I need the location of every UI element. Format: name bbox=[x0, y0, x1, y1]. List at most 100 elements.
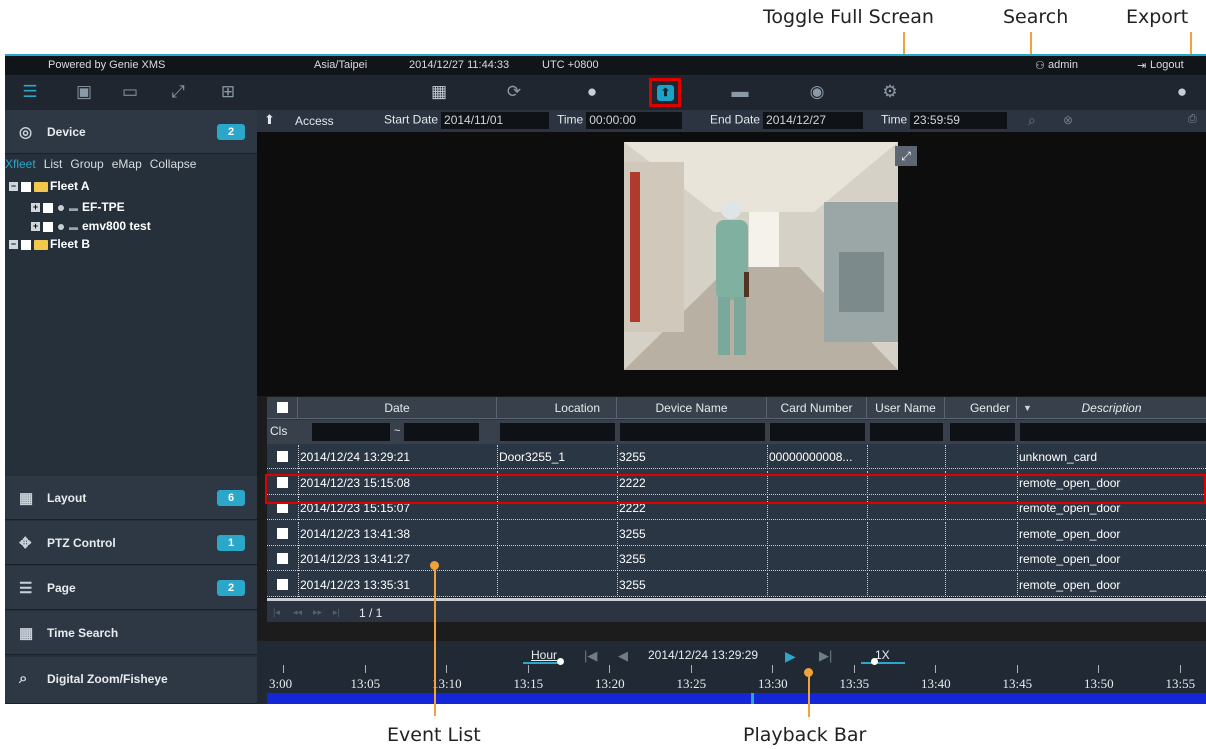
split-icon[interactable]: ⊞ bbox=[217, 82, 239, 102]
digital-zoom-section-header[interactable]: ⌕ Digital Zoom/Fisheye bbox=[5, 657, 257, 704]
timeline-tick-label: 13:45 bbox=[1002, 676, 1033, 691]
cell-location bbox=[497, 547, 617, 571]
tree-node-fleet-b[interactable]: − Fleet B bbox=[9, 237, 90, 251]
page-label: Page bbox=[47, 581, 76, 595]
speed-slider-handle[interactable] bbox=[871, 658, 878, 665]
page-indicator: 1 / 1 bbox=[359, 606, 383, 620]
skip-end-icon[interactable]: ▶| bbox=[819, 648, 832, 664]
folder-icon bbox=[34, 181, 48, 192]
gender-filter[interactable] bbox=[950, 423, 1015, 441]
user-name-filter[interactable] bbox=[870, 423, 943, 441]
time-search-label: Time Search bbox=[47, 626, 119, 640]
unit-slider-handle[interactable] bbox=[557, 658, 564, 665]
cell-card bbox=[767, 521, 867, 546]
first-page-icon[interactable]: |◂ bbox=[273, 607, 280, 618]
play-icon[interactable]: ▶ bbox=[785, 648, 796, 665]
tree-nav-group[interactable]: Group bbox=[70, 157, 103, 171]
skip-start-icon[interactable]: |◀ bbox=[584, 648, 597, 664]
timeline-bar[interactable] bbox=[267, 693, 1206, 704]
start-date-input[interactable]: 2014/11/01 bbox=[441, 112, 550, 129]
column-device-name[interactable]: Device Name bbox=[617, 397, 767, 419]
utc-offset: UTC +0800 bbox=[542, 59, 599, 71]
layout-grid-icon[interactable]: ▦ bbox=[428, 82, 450, 102]
last-page-icon[interactable]: ▸| bbox=[333, 607, 340, 618]
table-row[interactable]: 2014/12/23 13:41:27 3255 remote_open_door bbox=[267, 547, 1206, 571]
column-date[interactable]: Date bbox=[298, 397, 497, 419]
row-checkbox[interactable] bbox=[277, 451, 288, 462]
row-checkbox[interactable] bbox=[277, 578, 288, 590]
timeline-tick bbox=[690, 665, 692, 673]
date-to-filter[interactable] bbox=[404, 423, 479, 441]
timezone: Asia/Taipei bbox=[314, 59, 368, 71]
export-icon[interactable]: ⎙ bbox=[1188, 113, 1197, 126]
expand-icon[interactable]: ⤢ bbox=[167, 82, 189, 102]
menu-list-icon[interactable]: ☰ bbox=[19, 82, 41, 102]
layout-section-header[interactable]: ▦ Layout 6 bbox=[5, 476, 257, 520]
folder-icon bbox=[34, 239, 48, 250]
end-date-input[interactable]: 2014/12/27 bbox=[763, 112, 864, 129]
user-name[interactable]: admin bbox=[1048, 59, 1078, 71]
tree-node-emv800[interactable]: + ▬ emv800 test bbox=[31, 219, 151, 233]
card-number-filter[interactable] bbox=[770, 423, 865, 441]
end-time-input[interactable]: 23:59:59 bbox=[910, 112, 1008, 129]
page-section-header[interactable]: ☰ Page 2 bbox=[5, 566, 257, 610]
access-control-tab[interactable]: ⬆ bbox=[649, 78, 681, 107]
fullscreen-toggle-icon[interactable]: ⤢ bbox=[895, 146, 917, 166]
timeline-tick-label: 13:20 bbox=[595, 676, 625, 691]
next-page-icon[interactable]: ▸▸ bbox=[313, 607, 322, 618]
time-unit-select[interactable]: Hour bbox=[531, 648, 557, 662]
callout-line bbox=[808, 673, 810, 717]
tree-nav-emap[interactable]: eMap bbox=[112, 157, 142, 171]
timeline-position-marker[interactable] bbox=[751, 693, 754, 704]
select-all-checkbox[interactable] bbox=[267, 397, 298, 419]
row-checkbox[interactable] bbox=[277, 553, 288, 564]
unit-slider-track bbox=[523, 662, 559, 664]
column-user-name[interactable]: User Name bbox=[867, 397, 945, 419]
tree-nav-collapse[interactable]: Collapse bbox=[150, 157, 197, 171]
timeline-tick-label: 13:25 bbox=[676, 676, 707, 691]
left-panel: ◎ Device 2 Xfleet List Group eMap Collapse −… bbox=[5, 110, 257, 704]
powered-by: Powered by Genie XMS bbox=[48, 59, 166, 71]
step-back-icon[interactable]: ◀ bbox=[618, 648, 628, 664]
cell-date: 2014/12/23 13:41:38 bbox=[298, 521, 497, 546]
settings-gear-icon[interactable]: ⚙ bbox=[879, 82, 901, 102]
device-section-header[interactable]: ◎ Device 2 bbox=[5, 110, 257, 154]
date-from-filter[interactable] bbox=[312, 423, 390, 441]
cell-user bbox=[867, 521, 945, 546]
tree-node-fleet-a[interactable]: − Fleet A bbox=[9, 179, 90, 193]
column-description[interactable]: ▼ Description bbox=[1017, 397, 1206, 419]
clear-icon[interactable]: ⊗ bbox=[1063, 113, 1073, 127]
logout-button[interactable]: Logout bbox=[1150, 59, 1184, 71]
device-name-filter[interactable] bbox=[620, 423, 765, 441]
vehicle-icon[interactable]: ▬ bbox=[729, 82, 751, 102]
table-row[interactable]: 2014/12/23 13:41:38 3255 remote_open_door bbox=[267, 521, 1206, 546]
monitor-icon[interactable]: ▭ bbox=[119, 82, 141, 102]
start-date-label: Start Date bbox=[384, 112, 439, 127]
playback-icon[interactable]: ⟳ bbox=[503, 82, 525, 102]
timeline-tick bbox=[364, 665, 366, 673]
tree-nav-xfleet[interactable]: Xfleet bbox=[5, 157, 36, 171]
tree-nav-list[interactable]: List bbox=[44, 157, 63, 171]
location-filter[interactable] bbox=[500, 423, 615, 441]
column-location[interactable]: Location bbox=[497, 397, 617, 419]
column-gender[interactable]: Gender bbox=[945, 397, 1017, 419]
row-checkbox[interactable] bbox=[277, 527, 288, 539]
mic-icon[interactable]: ● bbox=[1171, 82, 1193, 102]
description-filter[interactable] bbox=[1020, 423, 1206, 441]
prev-page-icon[interactable]: ◂◂ bbox=[293, 607, 302, 618]
window-icon[interactable]: ▣ bbox=[73, 82, 95, 102]
lpr-icon[interactable]: ◉ bbox=[806, 82, 828, 102]
table-row[interactable]: 2014/12/24 13:29:21 Door3255_1 3255 0000000… bbox=[267, 445, 1206, 469]
alarm-icon[interactable]: ● bbox=[581, 82, 603, 102]
screenshot-stage: Toggle Full Screan Search Export Powered… bbox=[0, 0, 1206, 749]
time-search-section-header[interactable]: ▦ Time Search bbox=[5, 611, 257, 655]
tree-node-ef-tpe[interactable]: + ▬ EF-TPE bbox=[31, 200, 125, 214]
search-icon[interactable]: ⌕ bbox=[1028, 112, 1036, 129]
timeline-tick bbox=[853, 665, 855, 673]
table-row[interactable]: 2014/12/23 13:35:31 3255 remote_open_door bbox=[267, 572, 1206, 597]
timeline-tick-label: 13:35 bbox=[839, 676, 870, 691]
ptz-section-header[interactable]: ✥ PTZ Control 1 bbox=[5, 521, 257, 565]
table-pager: |◂ ◂◂ ▸▸ ▸| 1 / 1 ♁ bbox=[267, 598, 1206, 622]
column-card-number[interactable]: Card Number bbox=[767, 397, 867, 419]
start-time-input[interactable]: 00:00:00 bbox=[586, 112, 683, 129]
